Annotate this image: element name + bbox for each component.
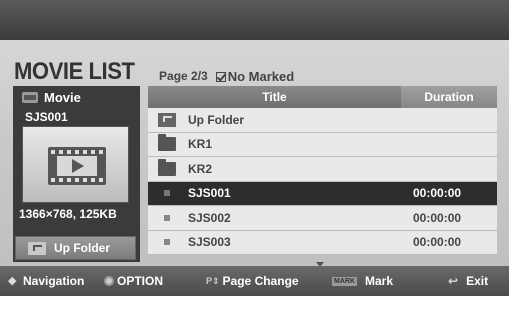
table-header: Title Duration: [148, 86, 497, 108]
exit-hint[interactable]: ↩ Exit: [448, 274, 488, 288]
table-row[interactable]: SJS002 00:00:00: [148, 206, 497, 231]
navigation-icon: [8, 274, 20, 287]
page-title: MOVIE LIST: [14, 58, 135, 85]
preview-thumbnail: [22, 126, 129, 203]
column-header-title: Title: [262, 90, 287, 104]
preview-filename: SJS001: [25, 110, 68, 124]
navigation-hint: Navigation: [8, 274, 84, 288]
marked-status-label: No Marked: [227, 69, 295, 84]
movie-icon: [22, 92, 38, 103]
page-change-icon: P⇕: [206, 275, 220, 286]
row-title: KR2: [188, 161, 213, 176]
table-row[interactable]: Up Folder: [148, 108, 497, 133]
preview-header: Movie: [22, 90, 81, 105]
option-label: OPTION: [117, 274, 164, 288]
preview-category: Movie: [44, 90, 81, 105]
table-row[interactable]: SJS003 00:00:00: [148, 230, 497, 255]
mark-hint[interactable]: MARK Mark: [332, 274, 393, 288]
file-icon: [164, 214, 170, 221]
navigation-label: Navigation: [23, 274, 85, 288]
exit-label: Exit: [466, 274, 489, 288]
folder-icon: [158, 158, 176, 176]
row-title: KR1: [188, 137, 213, 152]
row-duration: 00:00:00: [413, 186, 462, 201]
option-icon: [104, 276, 114, 286]
row-duration: 00:00:00: [413, 210, 462, 225]
row-duration: 00:00:00: [413, 235, 462, 250]
file-icon: [164, 190, 170, 197]
mark-icon: MARK: [332, 276, 357, 286]
row-title: SJS001: [188, 186, 231, 201]
file-icon: [164, 239, 170, 246]
up-folder-button[interactable]: Up Folder: [15, 236, 136, 260]
folder-icon: [158, 134, 176, 152]
column-header-duration: Duration: [401, 86, 497, 108]
movie-list-screen: MOVIE LIST Page 2/3 No Marked Movie SJS0…: [0, 0, 509, 311]
page-change-hint[interactable]: P⇕ Page Change: [206, 274, 299, 288]
mark-label: Mark: [365, 274, 394, 288]
page-change-label: Page Change: [222, 274, 299, 288]
bottom-strip: [0, 296, 509, 311]
table-row-selected[interactable]: SJS001 00:00:00: [148, 181, 497, 206]
file-table: Title Duration Up Folder KR1 KR2 SJS001 …: [148, 86, 497, 255]
up-folder-icon: [158, 112, 176, 127]
row-title: SJS003: [188, 235, 231, 250]
up-folder-button-label: Up Folder: [54, 241, 110, 255]
page-indicator: Page 2/3: [159, 69, 208, 83]
footer-bar: Navigation OPTION P⇕ Page Change MARK Ma…: [0, 266, 509, 296]
marked-status: No Marked: [215, 69, 295, 86]
up-folder-icon: [28, 241, 46, 255]
checkbox-icon: [215, 71, 226, 82]
title-row: MOVIE LIST Page 2/3 No Marked: [14, 56, 294, 86]
exit-icon: ↩: [448, 274, 459, 288]
table-row[interactable]: KR1: [148, 132, 497, 157]
table-row[interactable]: KR2: [148, 157, 497, 182]
row-title: Up Folder: [188, 112, 244, 127]
row-title: SJS002: [188, 210, 231, 225]
preview-resolution: 1366×768, 125KB: [19, 207, 117, 221]
film-play-icon: [48, 147, 106, 185]
option-hint[interactable]: OPTION: [104, 274, 163, 288]
top-bar: [0, 0, 509, 40]
